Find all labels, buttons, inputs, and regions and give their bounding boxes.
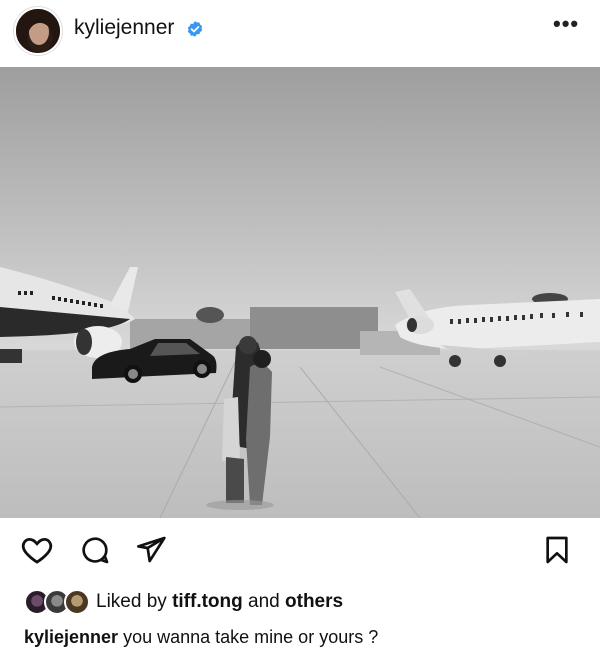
post-actions: [0, 530, 600, 574]
avatar[interactable]: [14, 7, 62, 55]
verified-badge-icon: [187, 21, 203, 37]
post-photo-image: [0, 67, 600, 518]
likes-others[interactable]: others: [285, 591, 343, 612]
likes-row: Liked by tiff.tong and others: [0, 585, 600, 619]
likes-conjunction: and: [248, 591, 280, 612]
likes-prefix: Liked by: [96, 591, 167, 612]
caption-text: you wanna take mine or yours ?: [123, 627, 379, 647]
more-options-icon[interactable]: •••: [553, 13, 579, 35]
send-icon[interactable]: [131, 530, 171, 570]
post-username[interactable]: kyliejenner: [74, 16, 174, 40]
post-caption: kyliejenner you wanna take mine or yours…: [24, 627, 378, 648]
comment-icon[interactable]: [75, 530, 115, 570]
caption-username[interactable]: kyliejenner: [24, 627, 118, 647]
likes-text[interactable]: Liked by tiff.tong and others: [96, 591, 343, 613]
post-photo[interactable]: [0, 67, 600, 518]
liked-by-user[interactable]: tiff.tong: [172, 591, 243, 612]
avatar-hair: [16, 9, 60, 53]
post-header: kyliejenner •••: [0, 0, 600, 66]
liker-avatar[interactable]: [64, 589, 90, 615]
bookmark-icon[interactable]: [537, 530, 577, 570]
heart-icon[interactable]: [17, 530, 57, 570]
